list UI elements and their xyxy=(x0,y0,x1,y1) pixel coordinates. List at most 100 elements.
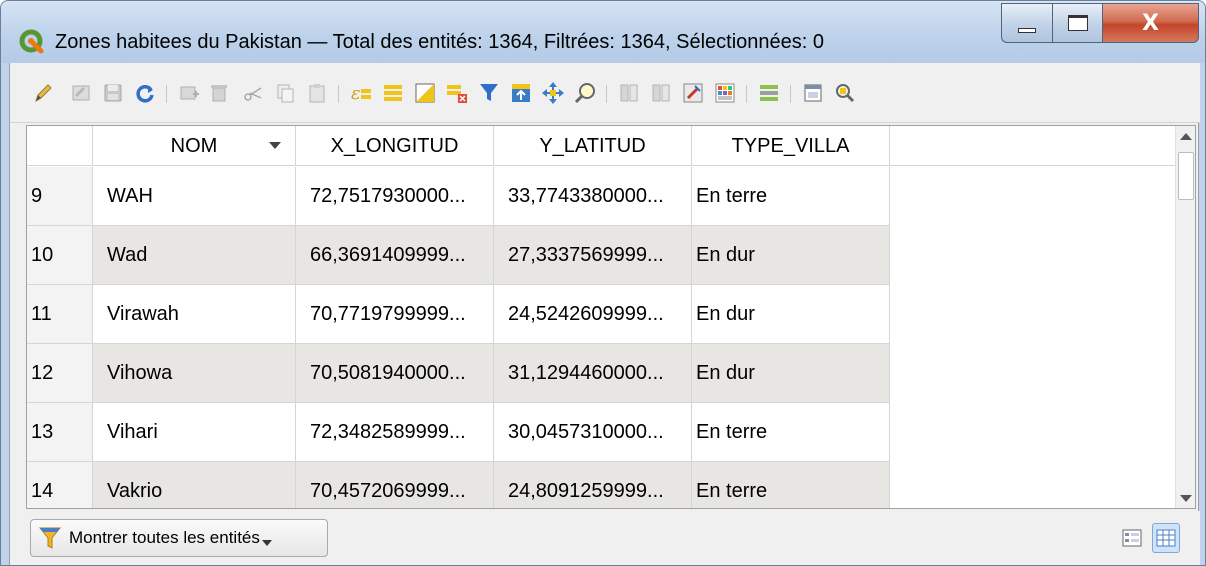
table-row[interactable]: 10 Wad 66,3691409999... 27,3337569999...… xyxy=(27,226,1177,285)
cell-nom[interactable]: Vakrio xyxy=(93,462,296,508)
add-feature-icon[interactable] xyxy=(176,80,202,106)
pan-to-selection-icon[interactable] xyxy=(540,80,566,106)
attribute-table-window: Zones habitees du Pakistan — Total des e… xyxy=(0,0,1206,566)
cell-y-latitud[interactable]: 24,5242609999... xyxy=(494,285,692,344)
show-all-features-button[interactable]: Montrer toutes les entités xyxy=(30,519,328,557)
cell-x-longitud[interactable]: 70,5081940000... xyxy=(296,344,494,403)
column-header-label: TYPE_VILLA xyxy=(731,134,850,157)
table-row[interactable]: 9 WAH 72,7517930000... 33,7743380000... … xyxy=(27,167,1177,226)
minimize-icon xyxy=(1018,27,1036,33)
row-number[interactable]: 11 xyxy=(27,285,93,344)
column-header-y-latitud[interactable]: Y_LATITUD xyxy=(494,126,692,166)
cell-nom[interactable]: WAH xyxy=(93,167,296,226)
vertical-scrollbar[interactable] xyxy=(1175,126,1195,508)
cell-y-latitud[interactable]: 33,7743380000... xyxy=(494,167,692,226)
cell-x-longitud[interactable]: 66,3691409999... xyxy=(296,226,494,285)
row-number[interactable]: 12 xyxy=(27,344,93,403)
organize-columns-icon[interactable] xyxy=(756,80,782,106)
cell-x-longitud[interactable]: 72,7517930000... xyxy=(296,167,494,226)
multi-edit-icon[interactable] xyxy=(68,80,94,106)
window-controls: X xyxy=(1001,3,1199,43)
invert-selection-icon[interactable] xyxy=(412,80,438,106)
table-row[interactable]: 11 Virawah 70,7719799999... 24,524260999… xyxy=(27,285,1177,344)
show-all-features-label: Montrer toutes les entités xyxy=(69,528,260,547)
table-row[interactable]: 14 Vakrio 70,4572069999... 24,8091259999… xyxy=(27,462,1177,508)
cell-type-villa[interactable]: En terre xyxy=(692,403,890,462)
paste-icon[interactable] xyxy=(304,80,330,106)
column-header-label: NOM xyxy=(170,134,218,157)
column-header-x-longitud[interactable]: X_LONGITUD xyxy=(296,126,494,166)
copy-icon[interactable] xyxy=(272,80,298,106)
dropdown-arrow-icon xyxy=(261,540,272,546)
row-number[interactable]: 9 xyxy=(27,167,93,226)
table-view-icon xyxy=(1156,529,1176,547)
filter-map-icon[interactable] xyxy=(476,80,502,106)
cell-x-longitud[interactable]: 70,7719799999... xyxy=(296,285,494,344)
cell-nom[interactable]: Vihowa xyxy=(93,344,296,403)
row-number[interactable]: 13 xyxy=(27,403,93,462)
deselect-all-icon[interactable] xyxy=(444,80,470,106)
scroll-thumb[interactable] xyxy=(1178,152,1194,200)
cell-type-villa[interactable]: En dur xyxy=(692,285,890,344)
new-field-icon[interactable] xyxy=(616,80,642,106)
sort-descending-icon xyxy=(269,142,281,149)
cell-y-latitud[interactable]: 27,3337569999... xyxy=(494,226,692,285)
cell-nom[interactable]: Wad xyxy=(93,226,296,285)
attribute-toolbar: ε xyxy=(10,63,1200,123)
cell-y-latitud[interactable]: 24,8091259999... xyxy=(494,462,692,508)
form-view-button[interactable] xyxy=(1118,523,1146,553)
close-icon: X xyxy=(1142,10,1159,36)
title-bar[interactable]: Zones habitees du Pakistan — Total des e… xyxy=(1,1,1205,63)
cell-y-latitud[interactable]: 31,1294460000... xyxy=(494,344,692,403)
reload-icon[interactable] xyxy=(132,80,158,106)
row-number[interactable]: 10 xyxy=(27,226,93,285)
cell-nom[interactable]: Virawah xyxy=(93,285,296,344)
actions-icon[interactable] xyxy=(832,80,858,106)
scroll-up-button[interactable] xyxy=(1176,126,1195,146)
move-selection-top-icon[interactable] xyxy=(508,80,534,106)
cell-nom[interactable]: Vihari xyxy=(93,403,296,462)
field-calculator-icon[interactable] xyxy=(680,80,706,106)
save-edits-icon[interactable] xyxy=(100,80,126,106)
column-header-type-villa[interactable]: TYPE_VILLA xyxy=(692,126,890,166)
cell-x-longitud[interactable]: 70,4572069999... xyxy=(296,462,494,508)
filter-icon xyxy=(39,527,61,549)
svg-text:ε: ε xyxy=(351,83,361,104)
maximize-icon xyxy=(1067,15,1088,31)
cell-type-villa[interactable]: En terre xyxy=(692,462,890,508)
dock-icon[interactable] xyxy=(800,80,826,106)
select-all-icon[interactable] xyxy=(380,80,406,106)
table-view-button[interactable] xyxy=(1152,523,1180,553)
table-header: NOM X_LONGITUD Y_LATITUD TYPE_VILLA xyxy=(27,126,1177,166)
minimize-button[interactable] xyxy=(1001,3,1053,43)
cell-y-latitud[interactable]: 30,0457310000... xyxy=(494,403,692,462)
row-number[interactable]: 14 xyxy=(27,462,93,508)
attribute-table: NOM X_LONGITUD Y_LATITUD TYPE_VILLA 9 WA… xyxy=(26,125,1196,509)
column-header-label: Y_LATITUD xyxy=(539,134,646,157)
pencil-icon[interactable] xyxy=(30,80,56,106)
column-header-nom[interactable]: NOM xyxy=(93,126,296,166)
column-header-label: X_LONGITUD xyxy=(330,134,459,157)
table-row[interactable]: 13 Vihari 72,3482589999... 30,0457310000… xyxy=(27,403,1177,462)
zoom-to-selection-icon[interactable] xyxy=(572,80,598,106)
form-view-icon xyxy=(1122,529,1142,547)
cell-type-villa[interactable]: En dur xyxy=(692,344,890,403)
delete-feature-icon[interactable] xyxy=(206,80,232,106)
row-number-header[interactable] xyxy=(27,126,93,166)
conditional-formatting-icon[interactable] xyxy=(712,80,738,106)
arrow-up-icon xyxy=(1180,132,1192,140)
cell-x-longitud[interactable]: 72,3482589999... xyxy=(296,403,494,462)
cut-icon[interactable] xyxy=(240,80,266,106)
window-content: ε NOM X_LONGITUD Y_LATITUD TYPE_VILLA 9 … xyxy=(9,63,1200,565)
maximize-button[interactable] xyxy=(1053,3,1103,43)
cell-type-villa[interactable]: En terre xyxy=(692,167,890,226)
qgis-logo-icon xyxy=(19,29,44,54)
table-row[interactable]: 12 Vihowa 70,5081940000... 31,1294460000… xyxy=(27,344,1177,403)
window-title: Zones habitees du Pakistan — Total des e… xyxy=(55,31,824,53)
scroll-down-button[interactable] xyxy=(1176,488,1195,508)
expression-select-icon[interactable]: ε xyxy=(348,80,374,106)
delete-field-icon[interactable] xyxy=(648,80,674,106)
bottom-bar: Montrer toutes les entités xyxy=(10,511,1200,565)
cell-type-villa[interactable]: En dur xyxy=(692,226,890,285)
close-button[interactable]: X xyxy=(1103,3,1199,43)
